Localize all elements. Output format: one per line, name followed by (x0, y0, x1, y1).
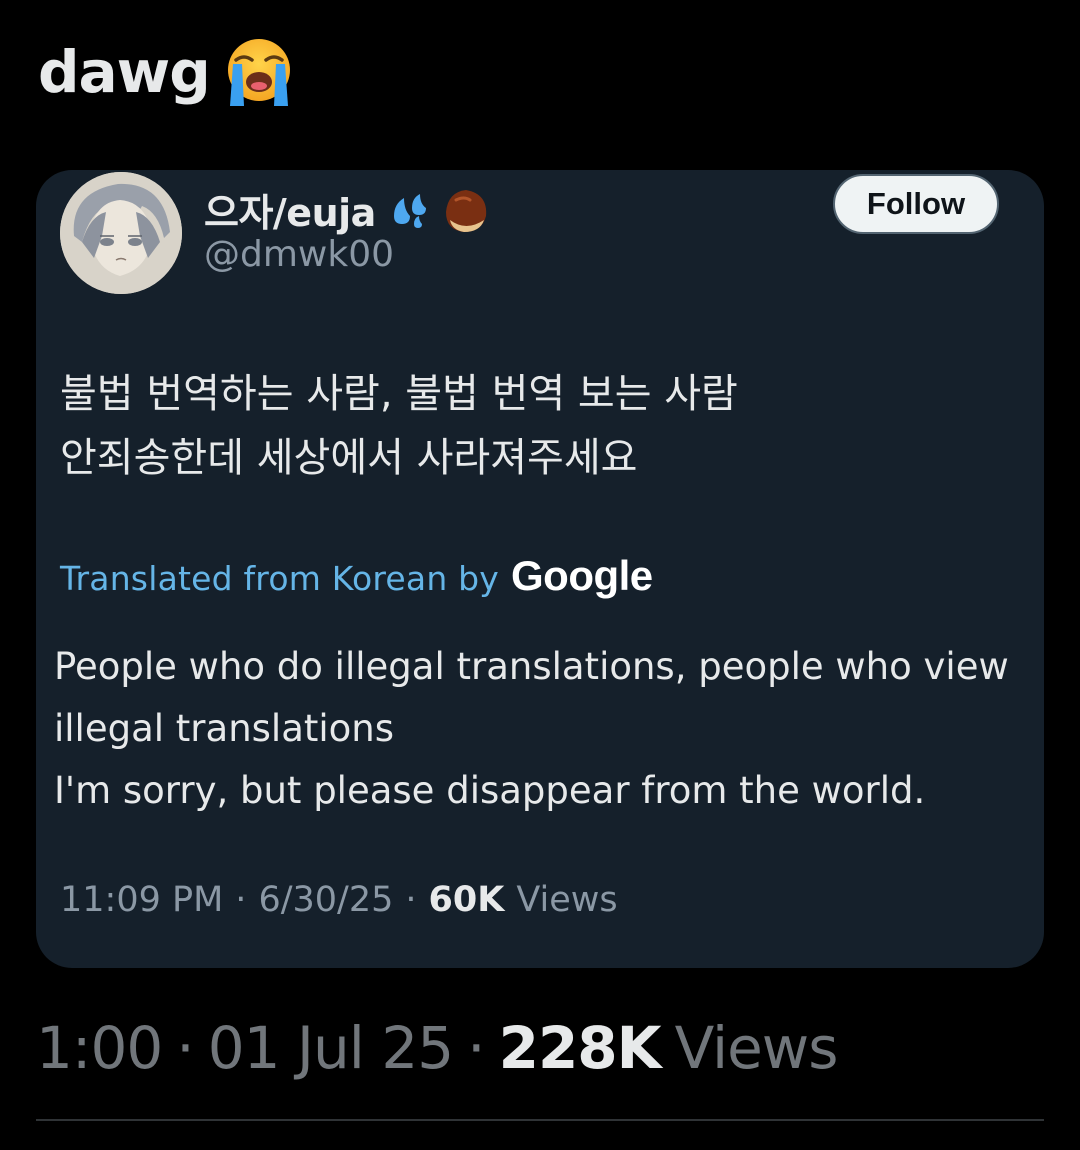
google-logo: Google (511, 552, 653, 599)
quoted-post-meta: 11:09 PM · 6/30/25 · 60K Views (60, 880, 618, 920)
timestamp[interactable]: 1:00 (36, 1014, 163, 1082)
quoted-post-card[interactable]: 으자/euja @dmwk00 Follow 불법 번역하는 사람, 불법 번역… (36, 170, 1044, 968)
quoted-name-row[interactable]: 으자/euja (204, 182, 492, 237)
previous-header-remnant (40, 0, 360, 4)
timestamp[interactable]: 11:09 PM (60, 880, 223, 920)
translated-from-link[interactable]: Translated from Korean by (60, 559, 499, 598)
sweat-droplets-icon (393, 193, 426, 228)
views-count: 60K (428, 880, 505, 920)
quoted-post-text: 불법 번역하는 사람, 불법 번역 보는 사람 안죄송한데 세상에서 사라져주세… (60, 371, 738, 481)
avatar[interactable] (60, 172, 182, 294)
views-count[interactable]: 228K (499, 1014, 662, 1082)
date[interactable]: 01 Jul 25 (208, 1014, 454, 1082)
anime-avatar-image (60, 172, 182, 294)
post-text: dawg (38, 36, 294, 108)
translated-text: People who do illegal translations, peop… (54, 645, 1009, 812)
separator-dot: · (405, 880, 417, 920)
loudly-crying-face-icon (227, 39, 290, 106)
follow-button[interactable]: Follow (833, 174, 999, 234)
display-name[interactable]: 으자/euja (204, 182, 376, 237)
date[interactable]: 6/30/25 (258, 880, 393, 920)
translation-attribution[interactable]: Translated from Korean by Google (60, 552, 653, 600)
post-meta: 1:00 · 01 Jul 25 · 228K Views (36, 1014, 839, 1082)
separator-dot: · (176, 1014, 194, 1082)
separator-dot: · (467, 1014, 485, 1082)
separator-dot: · (235, 880, 247, 920)
chestnut-icon (445, 189, 486, 232)
handle[interactable]: @dmwk00 (204, 234, 394, 275)
post-text-body: dawg (38, 38, 211, 106)
views-label: Views (516, 880, 618, 920)
views-label[interactable]: Views (675, 1014, 839, 1082)
divider (36, 1119, 1044, 1121)
